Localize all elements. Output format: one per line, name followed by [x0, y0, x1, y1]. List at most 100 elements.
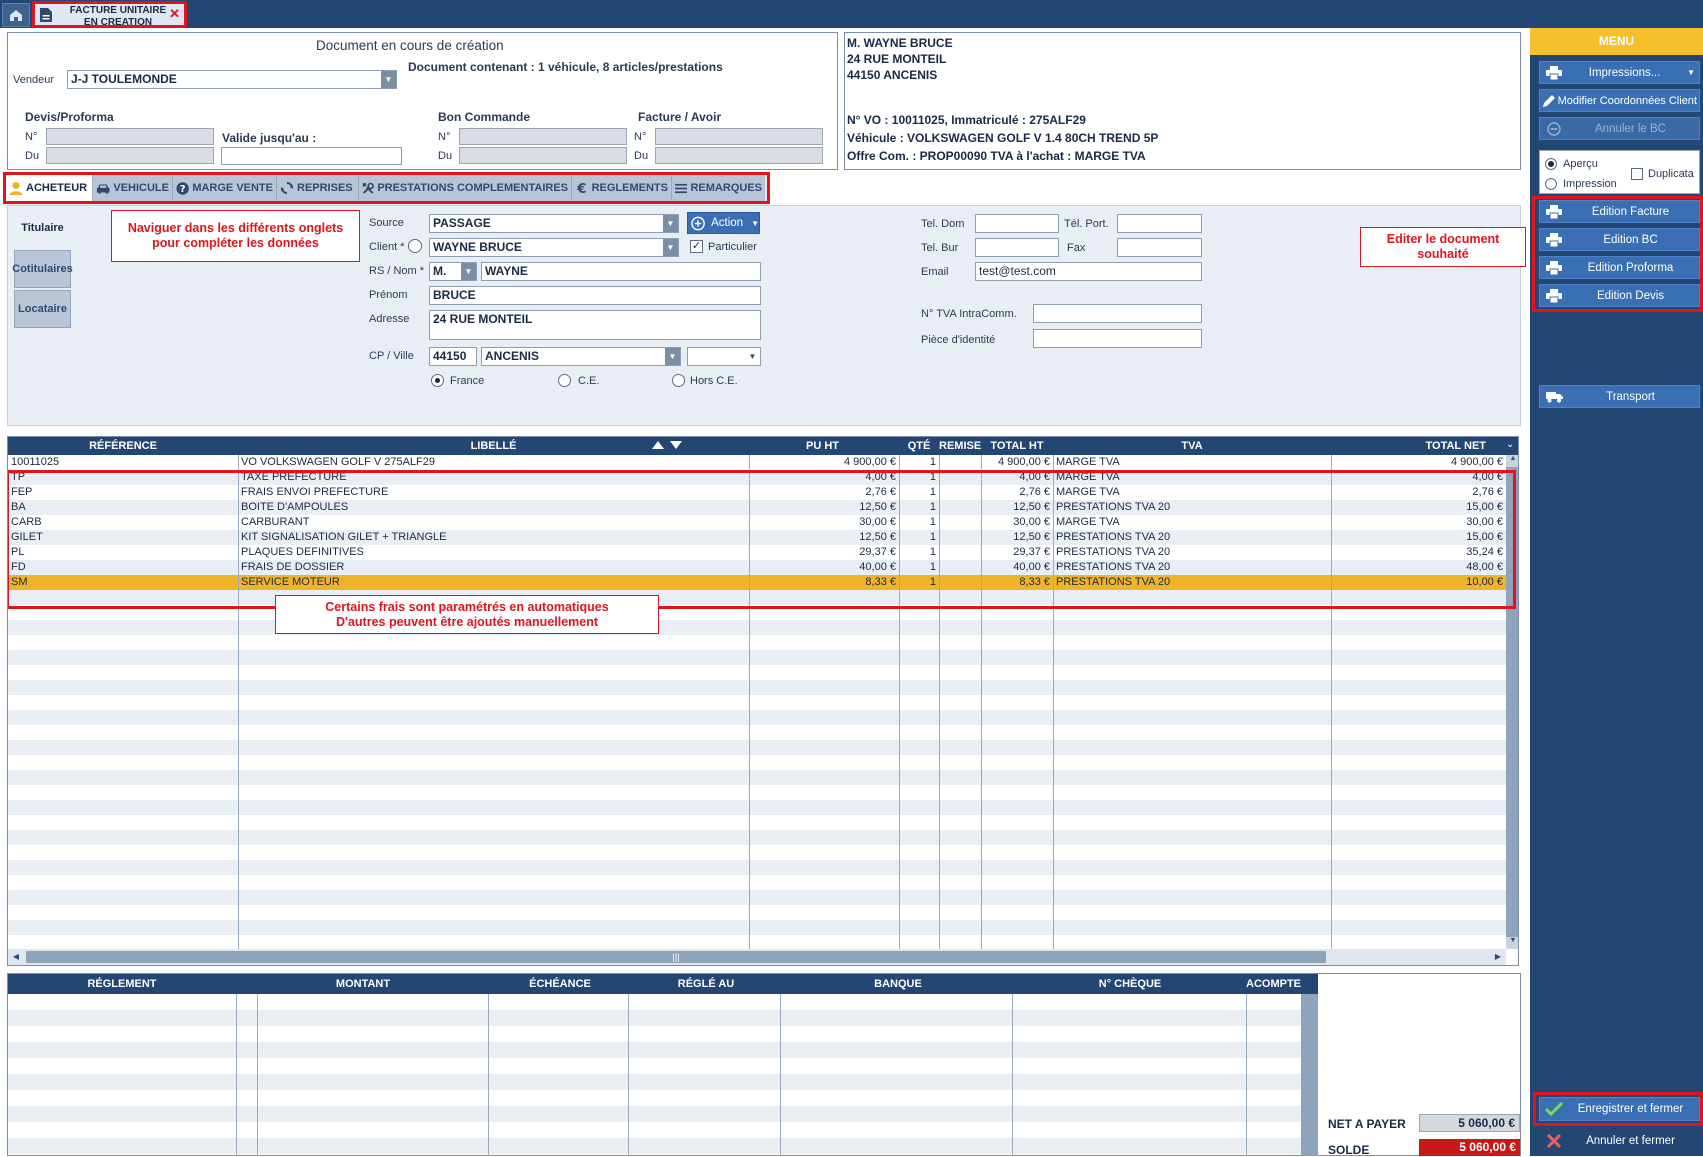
piece-identite-input[interactable]: [1033, 329, 1202, 348]
chevron-down-icon[interactable]: ▼: [745, 348, 760, 365]
edition-devis-button[interactable]: Edition Devis: [1539, 284, 1700, 307]
annuler-bc-label: Annuler le BC: [1595, 122, 1666, 135]
client-select[interactable]: WAYNE BRUCE: [429, 238, 679, 257]
edition-bc-label: Edition BC: [1603, 233, 1658, 246]
table-row-empty: [8, 680, 1506, 695]
horizontal-scrollbar[interactable]: ◀ ||| ▶: [8, 949, 1506, 965]
edition-proforma-button[interactable]: Edition Proforma: [1539, 256, 1700, 279]
facture-avoir-label: Facture / Avoir: [638, 110, 722, 124]
hors-ce-radio[interactable]: [672, 374, 685, 387]
bc-no-field[interactable]: [459, 128, 627, 145]
grid-header-cell[interactable]: TOTAL NET: [1331, 437, 1506, 455]
side-tab-titulaire[interactable]: Titulaire: [14, 209, 71, 247]
tel-dom-input[interactable]: [975, 214, 1059, 233]
svg-text:€: €: [576, 181, 586, 195]
tel-port-label: Tél. Port.: [1064, 218, 1109, 230]
cp-input[interactable]: 44150: [429, 347, 477, 366]
payments-header-cell[interactable]: ÉCHÉANCE: [490, 974, 630, 994]
modifier-coordonnees-button[interactable]: Modifier Coordonnées Client: [1539, 89, 1700, 112]
annuler-bc-button[interactable]: Annuler le BC: [1539, 117, 1700, 140]
chevron-down-icon[interactable]: ▼: [663, 215, 678, 232]
france-radio[interactable]: [431, 374, 444, 387]
payments-header-cell[interactable]: BANQUE: [782, 974, 1014, 994]
email-input[interactable]: test@test.com: [975, 262, 1202, 281]
fax-input[interactable]: [1117, 238, 1202, 257]
adresse-input[interactable]: 24 RUE MONTEIL: [429, 310, 761, 340]
nom-input[interactable]: WAYNE: [481, 262, 761, 281]
home-button[interactable]: [2, 3, 30, 27]
tab-reglements[interactable]: € REGLEMENTS: [572, 175, 672, 201]
edition-bc-button[interactable]: Edition BC: [1539, 228, 1700, 251]
grid-header-cell[interactable]: REMISE: [939, 437, 981, 455]
particulier-checkbox[interactable]: ✓: [690, 240, 703, 253]
tva-intracomm-input[interactable]: [1033, 304, 1202, 323]
valide-jusquau-input[interactable]: [221, 147, 402, 165]
table-cell: 4 900,00 €: [998, 456, 1050, 468]
grid-header-cell[interactable]: PU HT: [749, 437, 899, 455]
chevron-down-icon[interactable]: ▼: [381, 71, 396, 88]
adresse-label: Adresse: [369, 313, 410, 325]
chevron-down-icon[interactable]: ▼: [461, 263, 476, 280]
rs-nom-label: RS / Nom *: [369, 265, 425, 277]
client-label: Client *: [369, 241, 405, 253]
tel-bur-input[interactable]: [975, 238, 1059, 257]
table-row-empty: [8, 785, 1506, 800]
annuler-fermer-button[interactable]: Annuler et fermer: [1539, 1129, 1700, 1153]
payments-header-cell[interactable]: N° CHÈQUE: [1014, 974, 1246, 994]
tab-reprises-label: REPRISES: [297, 182, 353, 194]
grid-header-cell[interactable]: QTÉ: [899, 437, 939, 455]
action-button[interactable]: Action ▼: [687, 212, 760, 234]
chevron-down-icon[interactable]: ▼: [665, 348, 680, 365]
net-a-payer-label: NET A PAYER: [1328, 1117, 1406, 1131]
valide-jusquau-label: Valide jusqu'au :: [222, 131, 317, 145]
source-select[interactable]: PASSAGE: [429, 214, 679, 233]
client-summary-offer: Offre Com. : PROP00090 TVA à l'achat : M…: [847, 149, 1146, 163]
close-icon[interactable]: ✕: [169, 6, 180, 22]
apercu-radio[interactable]: [1545, 158, 1557, 170]
payments-header-cell[interactable]: RÉGLÉ AU: [630, 974, 782, 994]
transport-button[interactable]: Transport: [1539, 385, 1700, 408]
tab-acheteur[interactable]: ACHETEUR: [6, 175, 93, 201]
tab-marge-vente[interactable]: ? MARGE VENTE: [173, 175, 277, 201]
payments-header-cell[interactable]: RÉGLEMENT: [8, 974, 236, 994]
impression-radio[interactable]: [1545, 178, 1557, 190]
tab-remarques[interactable]: REMARQUES: [672, 175, 765, 201]
devis-du-field[interactable]: [46, 147, 214, 164]
vendeur-select[interactable]: J-J TOULEMONDE: [67, 70, 397, 89]
payments-header-cell[interactable]: ACOMPTE: [1246, 974, 1301, 994]
table-row-empty: [8, 725, 1506, 740]
tel-port-input[interactable]: [1117, 214, 1202, 233]
sort-arrows-icon[interactable]: [650, 439, 686, 454]
chevron-down-icon[interactable]: ▼: [663, 239, 678, 256]
bc-du-field[interactable]: [459, 147, 627, 164]
document-tab[interactable]: FACTURE UNITAIRE EN CREATION ✕: [32, 1, 187, 28]
ville-select[interactable]: ANCENIS: [481, 347, 681, 366]
side-tab-cotitulaires[interactable]: Cotitulaires: [12, 250, 73, 288]
tab-prestations-complementaires[interactable]: PRESTATIONS COMPLEMENTAIRES: [359, 175, 572, 201]
callout-edit-line1: Editer le document: [1386, 232, 1500, 246]
prenom-input[interactable]: BRUCE: [429, 286, 761, 305]
facture-du-field[interactable]: [655, 147, 823, 164]
devis-no-field[interactable]: [46, 128, 214, 145]
payments-header-cell[interactable]: MONTANT: [238, 974, 488, 994]
table-row-empty: [8, 830, 1506, 845]
ce-radio[interactable]: [558, 374, 571, 387]
edition-facture-button[interactable]: Edition Facture: [1539, 200, 1700, 223]
table-row[interactable]: 10011025 VO VOLKSWAGEN GOLF V 275ALF29 4 9…: [8, 455, 1506, 470]
tab-vehicule[interactable]: VEHICULE: [93, 175, 173, 201]
table-row-empty: [8, 860, 1506, 875]
grid-header-cell[interactable]: TOTAL HT: [981, 437, 1053, 455]
home-icon: [10, 9, 22, 21]
column-chooser-icon[interactable]: ⌄: [1506, 439, 1514, 450]
grid-header-cell[interactable]: TVA: [1053, 437, 1331, 455]
impressions-button[interactable]: Impressions... ▼: [1539, 61, 1700, 84]
facture-no-field[interactable]: [655, 128, 823, 145]
tab-reprises[interactable]: REPRISES: [277, 175, 359, 201]
grid-header-cell[interactable]: RÉFÉRENCE: [8, 437, 238, 455]
tva-intracomm-label: N° TVA IntraComm.: [921, 308, 1017, 320]
payments-scrollbar[interactable]: [1301, 994, 1318, 1156]
enregistrer-fermer-button[interactable]: Enregistrer et fermer: [1539, 1097, 1700, 1121]
client-radio[interactable]: [408, 239, 422, 253]
duplicata-checkbox[interactable]: [1631, 168, 1643, 180]
side-tab-locataire[interactable]: Locataire: [14, 290, 71, 328]
